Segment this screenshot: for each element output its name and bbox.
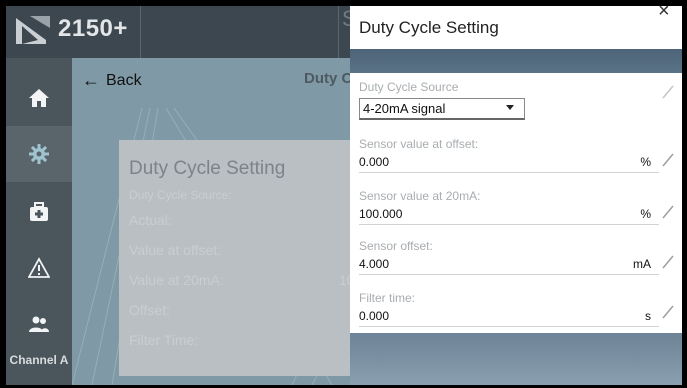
card-row-offset: Offset:	[129, 302, 170, 318]
field-label: Sensor offset:	[359, 239, 433, 253]
duty-cycle-source-select[interactable]: 4-20mA signal	[359, 98, 525, 120]
arrow-left-icon: ←	[82, 70, 100, 90]
pencil-icon[interactable]	[662, 305, 674, 319]
dialog-footer	[350, 333, 682, 385]
brand-name: 2150+	[58, 15, 128, 42]
header-divider	[140, 6, 141, 58]
users-icon	[29, 316, 49, 332]
dialog-accent-bar	[350, 49, 682, 73]
duty-cycle-source-field: Duty Cycle Source 4-20mA signal	[359, 80, 659, 120]
back-label: Back	[106, 71, 142, 89]
brand-logo-icon	[16, 16, 50, 44]
sensor-value-20ma-field: Sensor value at 20mA: 100.000 %	[359, 189, 659, 225]
sidebar-item-settings[interactable]	[6, 126, 72, 182]
card-row-value-at-offset: Value at offset:	[129, 242, 222, 258]
filter-time-field: Filter time: 0.000 s	[359, 291, 659, 327]
field-label: Filter time:	[359, 291, 416, 305]
sensor-value-offset-field: Sensor value at offset: 0.000 %	[359, 137, 659, 173]
sensor-value-20ma-input[interactable]: 100.000 %	[359, 203, 659, 225]
unit-label: %	[640, 155, 651, 169]
home-icon	[29, 89, 49, 107]
settings-card: Duty Cycle Setting Duty Cycle Source: Ac…	[119, 140, 359, 376]
card-title: Duty Cycle Setting	[129, 158, 286, 179]
card-row-source: Duty Cycle Source:	[129, 188, 232, 202]
sidebar-item-alarms[interactable]	[6, 240, 72, 296]
field-label: Sensor value at 20mA:	[359, 189, 481, 203]
card-row-value-at-20ma: Value at 20mA:	[129, 272, 224, 288]
gear-icon	[29, 144, 49, 164]
channel-label[interactable]: Channel A	[6, 354, 72, 385]
sensor-offset-field: Sensor offset: 4.000 mA	[359, 239, 659, 275]
card-row-actual: Actual:	[129, 212, 172, 228]
close-icon[interactable]: ×	[658, 6, 670, 23]
duty-cycle-dialog: Duty Cycle Setting × Duty Cycle Source 4…	[350, 6, 682, 385]
sensor-value-offset-input[interactable]: 0.000 %	[359, 151, 659, 173]
dialog-title: Duty Cycle Setting	[359, 18, 499, 37]
warning-icon	[28, 257, 50, 278]
dialog-body: Duty Cycle Source 4-20mA signal Sensor v…	[350, 73, 682, 333]
field-value: 100.000	[359, 207, 403, 221]
filter-time-input[interactable]: 0.000 s	[359, 305, 659, 327]
field-value: 4.000	[359, 257, 390, 271]
sidebar-item-home[interactable]	[6, 70, 72, 126]
unit-label: s	[645, 309, 651, 323]
sidebar-item-toolbox[interactable]	[6, 184, 72, 240]
toolbox-icon	[30, 202, 48, 221]
field-value: 0.000	[359, 155, 390, 169]
pencil-icon[interactable]	[662, 85, 674, 99]
field-label: Duty Cycle Source	[359, 80, 459, 94]
page-title: Duty C	[304, 70, 353, 87]
sidebar: Channel A	[6, 58, 72, 385]
header-divider	[338, 6, 339, 58]
pencil-icon[interactable]	[662, 153, 674, 167]
field-value: 0.000	[359, 309, 390, 323]
app-screen: 2150+ S	[6, 6, 682, 385]
field-label: Sensor value at offset:	[359, 137, 479, 151]
caret-down-icon	[506, 105, 514, 110]
sidebar-item-users[interactable]	[6, 296, 72, 352]
card-row-filter-time: Filter Time:	[129, 332, 199, 348]
select-value: 4-20mA signal	[363, 101, 446, 116]
pencil-icon[interactable]	[662, 205, 674, 219]
unit-label: mA	[633, 257, 651, 271]
back-button[interactable]: ← Back	[82, 70, 142, 91]
dialog-header: Duty Cycle Setting ×	[350, 6, 682, 49]
pencil-icon[interactable]	[662, 255, 674, 269]
unit-label: %	[640, 207, 651, 221]
sensor-offset-input[interactable]: 4.000 mA	[359, 253, 659, 275]
